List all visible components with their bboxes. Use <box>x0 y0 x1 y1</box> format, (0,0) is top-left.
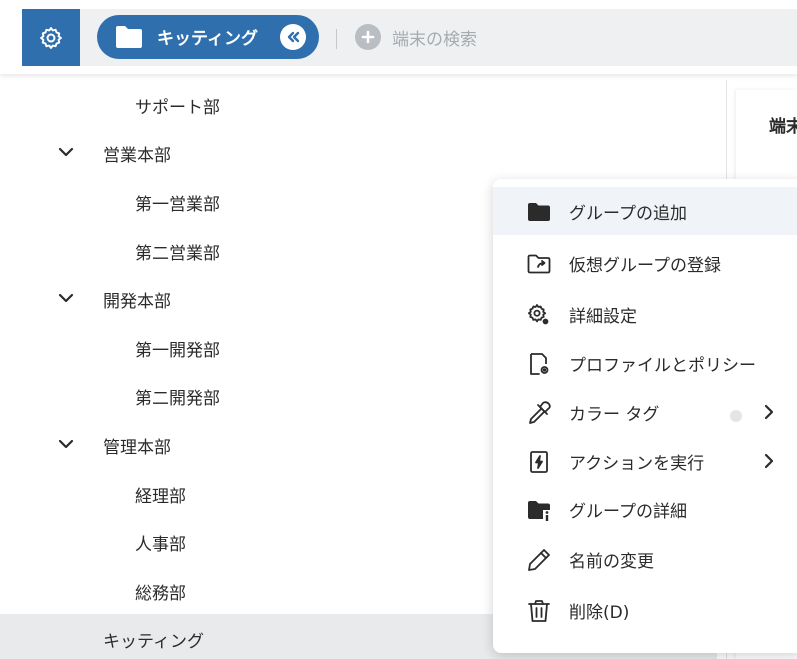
tree-item-label: 経理部 <box>135 487 186 507</box>
pencil-icon <box>528 549 550 571</box>
breadcrumb: キッティング 端末の検索 <box>80 9 797 66</box>
trash-icon <box>528 600 550 622</box>
tree-item-label: 第一開発部 <box>135 341 220 361</box>
menu-item-label: グループの詳細 <box>569 502 687 522</box>
menu-item-label: 削除(D) <box>569 603 630 623</box>
tree-item-label: 管理本部 <box>103 438 171 458</box>
folder-icon <box>116 26 142 48</box>
tree-item-label: 総務部 <box>135 584 186 604</box>
menu-item-color-tag[interactable]: カラー タグ <box>493 388 797 436</box>
menu-item-label: カラー タグ <box>569 405 660 425</box>
tree-item-label: 開発本部 <box>103 292 171 312</box>
tree-item-label: 第二開発部 <box>135 389 220 409</box>
menu-item-label: 名前の変更 <box>569 552 654 572</box>
eyedropper-icon <box>529 401 551 424</box>
chevron-down-icon[interactable] <box>57 143 75 161</box>
menu-item-label: プロファイルとポリシー <box>569 356 756 376</box>
menu-item-group-details[interactable]: グループの詳細 <box>493 485 797 533</box>
device-panel-title: 端末 <box>769 117 797 137</box>
chevron-down-icon[interactable] <box>57 289 75 307</box>
tree-item-label: サポート部 <box>135 98 220 118</box>
menu-item-label: 仮想グループの登録 <box>569 256 721 276</box>
collapse-button[interactable] <box>280 24 306 50</box>
tree-item-label: 営業本部 <box>103 146 171 166</box>
tree-item-label: キッティング <box>103 632 204 652</box>
folder-icon <box>528 203 550 221</box>
folder-info-icon <box>528 501 550 521</box>
settings-icon <box>527 304 550 326</box>
profile-policy-icon <box>530 353 549 375</box>
divider <box>336 29 337 49</box>
virtual-folder-icon <box>527 254 551 274</box>
menu-item-add-group[interactable]: グループの追加 <box>493 187 797 235</box>
color-tag-dot <box>730 410 742 422</box>
menu-item-profiles-policies[interactable]: プロファイルとポリシー <box>493 339 797 387</box>
gear-icon <box>40 26 62 49</box>
plus-icon <box>361 30 375 44</box>
menu-item-label: アクションを実行 <box>569 454 705 474</box>
tree-item-label: 人事部 <box>135 535 186 555</box>
search-input[interactable]: 端末の検索 <box>392 25 477 50</box>
menu-item-advanced-settings[interactable]: 詳細設定 <box>493 290 797 338</box>
current-group-chip[interactable]: キッティング <box>97 15 319 59</box>
chevron-down-icon[interactable] <box>57 435 75 453</box>
action-icon <box>530 451 548 473</box>
menu-item-rename[interactable]: 名前の変更 <box>493 535 797 583</box>
menu-item-delete[interactable]: 削除(D) <box>493 586 797 634</box>
tree-item[interactable]: 営業本部 <box>0 128 717 176</box>
chevron-right-icon <box>764 453 774 469</box>
menu-item-run-action[interactable]: アクションを実行 <box>493 437 797 485</box>
menu-item-label: グループの追加 <box>569 204 687 224</box>
collapse-chevron-icon <box>287 31 300 43</box>
add-search-button[interactable] <box>355 24 381 50</box>
top-bar: キッティング 端末の検索 <box>0 0 797 74</box>
chevron-right-icon <box>764 404 774 420</box>
menu-item-label: 詳細設定 <box>569 307 637 327</box>
tree-item[interactable]: サポート部 <box>0 80 717 128</box>
menu-item-register-virtual-group[interactable]: 仮想グループの登録 <box>493 239 797 287</box>
chip-label: キッティング <box>157 29 258 49</box>
tree-item-label: 第二営業部 <box>135 244 220 264</box>
settings-button[interactable] <box>22 9 80 66</box>
context-menu: グループの追加 仮想グループの登録 詳細設定 プロファイルとポリシー カラー タ… <box>493 179 797 653</box>
tree-item-label: 第一営業部 <box>135 195 220 215</box>
